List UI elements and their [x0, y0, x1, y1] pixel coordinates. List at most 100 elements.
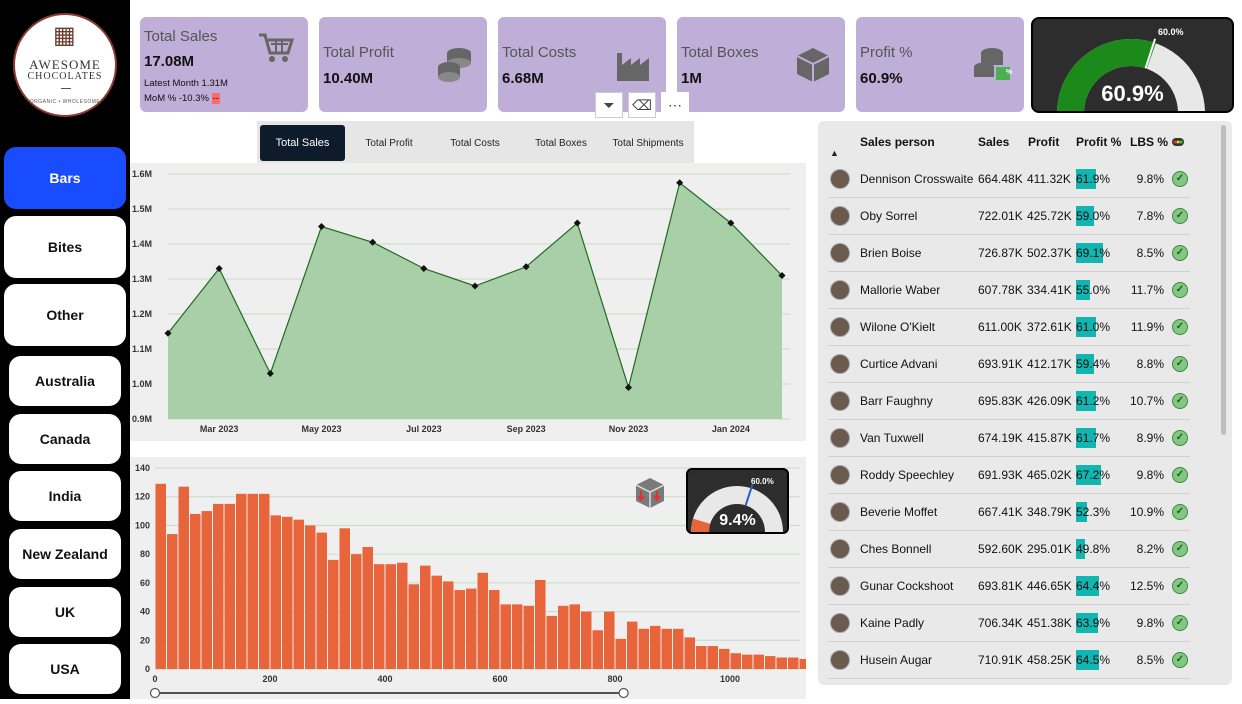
- nav-canada-button[interactable]: Canada: [9, 414, 121, 464]
- nav-new-zealand-button[interactable]: New Zealand: [9, 529, 121, 579]
- sales-area: [168, 182, 782, 419]
- profit-value: 458.25K: [1027, 653, 1072, 667]
- histogram-bar: [673, 628, 684, 669]
- range-slider-end-handle[interactable]: [618, 687, 629, 699]
- x-tick-label: May 2023: [301, 424, 341, 434]
- x-tick-label: Nov 2023: [609, 424, 649, 434]
- profit-pct-value: 64.5%: [1076, 653, 1111, 667]
- lbs-pct-value: 8.5%: [1136, 246, 1164, 260]
- check-icon: ✓: [1172, 282, 1188, 298]
- eraser-icon[interactable]: ⌫: [628, 92, 656, 118]
- histogram-bar: [765, 656, 776, 669]
- coins-percent-icon: [974, 48, 1010, 80]
- small-gauge-target-label: 60.0%: [751, 477, 774, 486]
- profit-pct-value: 61.7%: [1076, 431, 1111, 445]
- lbs-pct-value: 8.5%: [1136, 653, 1164, 667]
- sales-value: 607.78K: [978, 283, 1023, 297]
- lbs-pct-value: 9.8%: [1136, 468, 1164, 482]
- nav-usa-button[interactable]: USA: [9, 644, 121, 694]
- y-tick-label: 100: [135, 520, 150, 530]
- histogram-bar: [788, 657, 799, 669]
- tab-total-sales[interactable]: Total Sales: [260, 125, 345, 161]
- table-row[interactable]: Van Tuxwell 674.19K 415.87K 61.7% 8.9% ✓: [828, 420, 1190, 457]
- tab-total-shipments[interactable]: Total Shipments: [604, 125, 692, 161]
- y-tick-label: 140: [135, 463, 150, 473]
- histogram-bar: [535, 579, 546, 669]
- histogram-bar: [707, 646, 718, 669]
- sales-value: 726.87K: [978, 246, 1023, 260]
- table-row[interactable]: Kaine Padly 706.34K 451.38K 63.9% 9.8% ✓: [828, 605, 1190, 642]
- visual-toolbar: ⏷ ⌫ ⋯: [595, 92, 695, 118]
- col-header-profit-pct[interactable]: Profit %: [1076, 135, 1121, 149]
- kpi-total-profit: Total Profit 10.40M: [319, 17, 487, 112]
- range-slider-start-handle[interactable]: [149, 687, 161, 699]
- histogram-bar: [776, 657, 787, 669]
- x-tick-label: 400: [377, 674, 392, 684]
- histogram-bar: [638, 628, 649, 669]
- sort-ascending-icon[interactable]: ▲: [830, 148, 839, 158]
- table-row[interactable]: Ches Bonnell 592.60K 295.01K 49.8% 8.2% ✓: [828, 531, 1190, 568]
- y-tick-label: 1.2M: [132, 309, 152, 319]
- table-row[interactable]: Beverie Moffet 667.41K 348.79K 52.3% 10.9% ✓: [828, 494, 1190, 531]
- coins-icon: [438, 48, 471, 82]
- check-icon: ✓: [1172, 430, 1188, 446]
- salesperson-name: Husein Augar: [860, 653, 933, 667]
- table-scrollbar[interactable]: [1221, 125, 1226, 435]
- x-tick-label: 800: [607, 674, 622, 684]
- salesperson-name: Dennison Crosswaite: [860, 172, 974, 186]
- filter-icon[interactable]: ⏷: [595, 92, 623, 118]
- sales-value: 722.01K: [978, 209, 1023, 223]
- sales-value: 674.19K: [978, 431, 1023, 445]
- avatar: [830, 502, 850, 522]
- table-row[interactable]: Roddy Speechley 691.93K 465.02K 67.2% 9.8% ✓: [828, 457, 1190, 494]
- histogram-bar: [167, 534, 178, 669]
- tab-total-profit[interactable]: Total Profit: [349, 125, 429, 161]
- sales-value: 611.00K: [978, 320, 1022, 334]
- table-row[interactable]: Gunar Cockshoot 693.81K 446.65K 64.4% 12.5% ✓: [828, 568, 1190, 605]
- tab-total-costs[interactable]: Total Costs: [433, 125, 517, 161]
- tab-total-boxes[interactable]: Total Boxes: [521, 125, 601, 161]
- nav-bites-button[interactable]: Bites: [4, 216, 126, 278]
- check-icon: ✓: [1172, 541, 1188, 557]
- avatar: [830, 576, 850, 596]
- profit-pct-gauge: 60.0% 60.9%: [1031, 17, 1234, 113]
- col-header-sales[interactable]: Sales: [978, 135, 1009, 149]
- kpi-profit-pct-value: 60.9%: [860, 70, 903, 87]
- table-row[interactable]: Dennison Crosswaite 664.48K 411.32K 61.9% 9.…: [828, 161, 1190, 198]
- histogram-bar: [259, 493, 270, 669]
- y-tick-label: 20: [140, 635, 150, 645]
- histogram-bar: [684, 637, 695, 669]
- col-header-lbs-pct[interactable]: LBS %: [1130, 135, 1168, 149]
- profit-value: 411.32K: [1027, 172, 1071, 186]
- histogram-bar: [270, 515, 281, 669]
- nav-australia-button[interactable]: Australia: [9, 356, 121, 406]
- table-row[interactable]: Brien Boise 726.87K 502.37K 69.1% 8.5% ✓: [828, 235, 1190, 272]
- nav-uk-button[interactable]: UK: [9, 587, 121, 637]
- histogram-bar: [374, 564, 385, 669]
- col-header-sales-person[interactable]: Sales person: [860, 135, 935, 149]
- avatar: [830, 206, 850, 226]
- table-row[interactable]: Mallorie Waber 607.78K 334.41K 55.0% 11.7% ✓: [828, 272, 1190, 309]
- sales-value: 592.60K: [978, 542, 1023, 556]
- table-row[interactable]: Oby Sorrel 722.01K 425.72K 59.0% 7.8% ✓: [828, 198, 1190, 235]
- y-tick-label: 0.9M: [132, 414, 152, 424]
- profit-value: 425.72K: [1027, 209, 1072, 223]
- profit-value: 502.37K: [1027, 246, 1072, 260]
- nav-other-button[interactable]: Other: [4, 284, 126, 346]
- table-row[interactable]: Husein Augar 710.91K 458.25K 64.5% 8.5% ✓: [828, 642, 1190, 679]
- histogram-bar: [339, 528, 350, 669]
- table-row[interactable]: Curtice Advani 693.91K 412.17K 59.4% 8.8% ✓: [828, 346, 1190, 383]
- check-icon: ✓: [1172, 652, 1188, 668]
- col-header-profit[interactable]: Profit: [1028, 135, 1059, 149]
- nav-india-button[interactable]: India: [9, 471, 121, 521]
- histogram-bar: [742, 654, 753, 669]
- logo-line2: CHOCOLATES: [27, 71, 103, 82]
- histogram-bar: [190, 513, 201, 669]
- histogram-bar: [224, 503, 235, 669]
- nav-bars-button[interactable]: Bars: [4, 147, 126, 209]
- more-options-icon[interactable]: ⋯: [661, 92, 689, 118]
- y-tick-label: 1.4M: [132, 239, 152, 249]
- table-row[interactable]: Wilone O'Kielt 611.00K 372.61K 61.0% 11.9% ✓: [828, 309, 1190, 346]
- y-tick-label: 40: [140, 607, 150, 617]
- table-row[interactable]: Barr Faughny 695.83K 426.09K 61.2% 10.7% ✓: [828, 383, 1190, 420]
